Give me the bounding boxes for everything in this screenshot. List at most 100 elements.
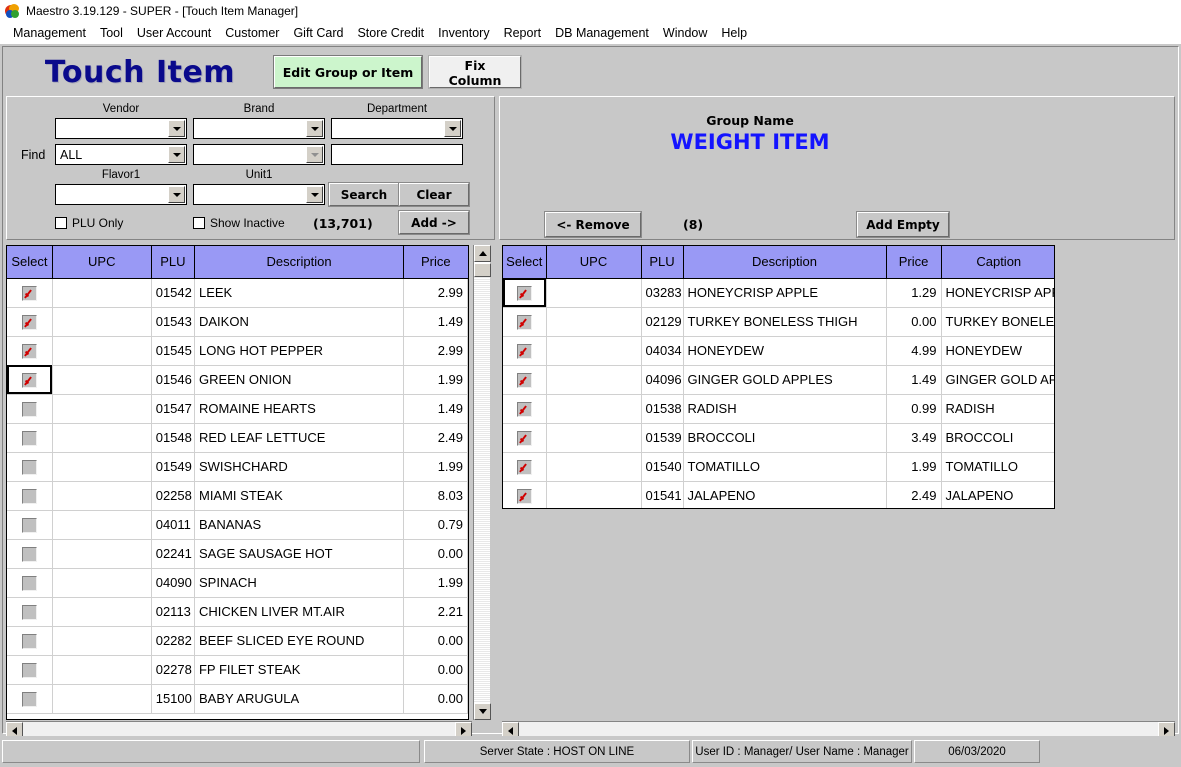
checkbox-checked-icon[interactable]	[516, 430, 532, 446]
row-caption-cell[interactable]: GINGER GOLD APPLES	[941, 365, 1054, 395]
row-plu-cell[interactable]: 04011	[151, 510, 195, 540]
row-caption-cell[interactable]: RADISH	[941, 394, 1054, 424]
row-plu-cell[interactable]: 01538	[641, 394, 684, 424]
column-header-select[interactable]: Select	[7, 246, 53, 279]
row-upc-cell[interactable]	[52, 655, 152, 685]
row-plu-cell[interactable]: 04034	[641, 336, 684, 366]
row-select-cell[interactable]	[7, 365, 53, 395]
checkbox-checked-icon[interactable]	[516, 488, 532, 504]
menu-item-tool[interactable]: Tool	[93, 24, 130, 42]
checkbox-unchecked-icon[interactable]	[21, 662, 37, 678]
search-button[interactable]: Search	[328, 182, 400, 207]
row-plu-cell[interactable]: 02241	[151, 539, 195, 569]
row-price-cell[interactable]: 0.00	[886, 307, 942, 337]
table-row[interactable]: 01542 LEEK 2.99	[7, 278, 468, 308]
row-plu-cell[interactable]: 01543	[151, 307, 195, 337]
row-select-cell[interactable]	[7, 568, 53, 598]
row-price-cell[interactable]: 0.79	[403, 510, 468, 540]
row-price-cell[interactable]: 2.99	[403, 278, 468, 308]
row-description-cell[interactable]: GINGER GOLD APPLES	[683, 365, 887, 395]
row-select-cell[interactable]	[503, 307, 547, 337]
chevron-down-icon[interactable]	[168, 146, 185, 163]
row-select-cell[interactable]	[503, 481, 547, 508]
row-upc-cell[interactable]	[52, 510, 152, 540]
row-price-cell[interactable]: 1.29	[886, 278, 942, 308]
checkbox-checked-icon[interactable]	[21, 314, 37, 330]
checkbox-unchecked-icon[interactable]	[21, 633, 37, 649]
row-upc-cell[interactable]	[546, 394, 642, 424]
table-row[interactable]: 01543 DAIKON 1.49	[7, 307, 468, 337]
scroll-down-icon[interactable]	[474, 703, 491, 720]
row-select-cell[interactable]	[7, 510, 53, 540]
row-plu-cell[interactable]: 04090	[151, 568, 195, 598]
column-header-price[interactable]: Price	[403, 246, 468, 279]
table-row[interactable]: 04011 BANANAS 0.79	[7, 510, 468, 540]
menu-item-window[interactable]: Window	[656, 24, 714, 42]
checkbox-checked-icon[interactable]	[516, 314, 532, 330]
checkbox-unchecked-icon[interactable]	[21, 546, 37, 562]
table-row[interactable]: 02278 FP FILET STEAK 0.00	[7, 655, 468, 685]
row-description-cell[interactable]: BROCCOLI	[683, 423, 887, 453]
checkbox-checked-icon[interactable]	[21, 343, 37, 359]
scroll-up-icon[interactable]	[474, 245, 491, 262]
row-upc-cell[interactable]	[52, 597, 152, 627]
chevron-down-icon[interactable]	[306, 186, 323, 203]
row-upc-cell[interactable]	[546, 481, 642, 508]
row-price-cell[interactable]: 2.49	[886, 481, 942, 508]
table-row[interactable]: 03283HONEYCRISP APPLE1.29HONEYCRISP APPL…	[503, 278, 1054, 308]
checkbox-checked-icon[interactable]	[516, 459, 532, 475]
row-select-cell[interactable]	[7, 597, 53, 627]
row-price-cell[interactable]: 0.00	[403, 539, 468, 569]
column-header-plu[interactable]: PLU	[151, 246, 195, 279]
row-select-cell[interactable]	[7, 336, 53, 366]
row-select-cell[interactable]	[7, 684, 53, 714]
row-upc-cell[interactable]	[546, 307, 642, 337]
row-description-cell[interactable]: BEEF SLICED EYE ROUND	[194, 626, 405, 656]
scrollbar-track[interactable]	[474, 262, 490, 703]
row-description-cell[interactable]: BANANAS	[194, 510, 405, 540]
row-upc-cell[interactable]	[52, 539, 152, 569]
menu-item-help[interactable]: Help	[714, 24, 754, 42]
row-description-cell[interactable]: JALAPENO	[683, 481, 887, 508]
checkbox-unchecked-icon[interactable]	[21, 575, 37, 591]
row-description-cell[interactable]: SPINACH	[194, 568, 405, 598]
column-header-price[interactable]: Price	[886, 246, 942, 279]
row-price-cell[interactable]: 2.99	[403, 336, 468, 366]
row-price-cell[interactable]: 8.03	[403, 481, 468, 511]
table-row[interactable]: 01538 RADISH 0.99 RADISH	[503, 394, 1054, 424]
row-upc-cell[interactable]	[52, 452, 152, 482]
row-upc-cell[interactable]	[52, 394, 152, 424]
row-caption-cell[interactable]: HONEYCRISP APPLE	[941, 278, 1054, 308]
row-upc-cell[interactable]	[52, 423, 152, 453]
row-select-cell[interactable]	[503, 278, 547, 308]
table-row[interactable]: 01540 TOMATILLO 1.99 TOMATILLO	[503, 452, 1054, 482]
row-caption-cell[interactable]: BROCCOLI	[941, 423, 1054, 453]
checkbox-icon[interactable]	[193, 217, 205, 229]
row-plu-cell[interactable]: 01541	[641, 481, 684, 508]
remove-button[interactable]: <- Remove	[544, 211, 642, 238]
row-plu-cell[interactable]: 02258	[151, 481, 195, 511]
table-row[interactable]: 01541 JALAPENO 2.49 JALAPENO	[503, 481, 1054, 508]
column-header-caption[interactable]: Caption	[941, 246, 1054, 279]
row-price-cell[interactable]: 4.99	[886, 336, 942, 366]
row-select-cell[interactable]	[503, 423, 547, 453]
add-empty-button[interactable]: Add Empty	[856, 211, 950, 238]
row-select-cell[interactable]	[7, 626, 53, 656]
checkbox-checked-icon[interactable]	[516, 285, 532, 301]
row-upc-cell[interactable]	[52, 336, 152, 366]
row-caption-cell[interactable]: TURKEY BONELESS THIGH	[941, 307, 1054, 337]
menu-item-db-management[interactable]: DB Management	[548, 24, 656, 42]
chevron-down-icon[interactable]	[168, 186, 185, 203]
table-row[interactable]: 01549 SWISHCHARD 1.99	[7, 452, 468, 482]
row-plu-cell[interactable]: 01540	[641, 452, 684, 482]
table-row[interactable]: 04034 HONEYDEW 4.99 HONEYDEW	[503, 336, 1054, 366]
row-description-cell[interactable]: HONEYCRISP APPLE	[683, 278, 887, 308]
row-description-cell[interactable]: RADISH	[683, 394, 887, 424]
row-select-cell[interactable]	[7, 423, 53, 453]
row-description-cell[interactable]: SAGE SAUSAGE HOT	[194, 539, 405, 569]
checkbox-checked-icon[interactable]	[516, 372, 532, 388]
table-row[interactable]: 02129 TURKEY BONELESS THIGH 0.00 TURKEY BON…	[503, 307, 1054, 337]
table-row[interactable]: 04096 GINGER GOLD APPLES 1.49 GINGER GOLD A…	[503, 365, 1054, 395]
row-plu-cell[interactable]: 01547	[151, 394, 195, 424]
row-upc-cell[interactable]	[546, 278, 642, 308]
